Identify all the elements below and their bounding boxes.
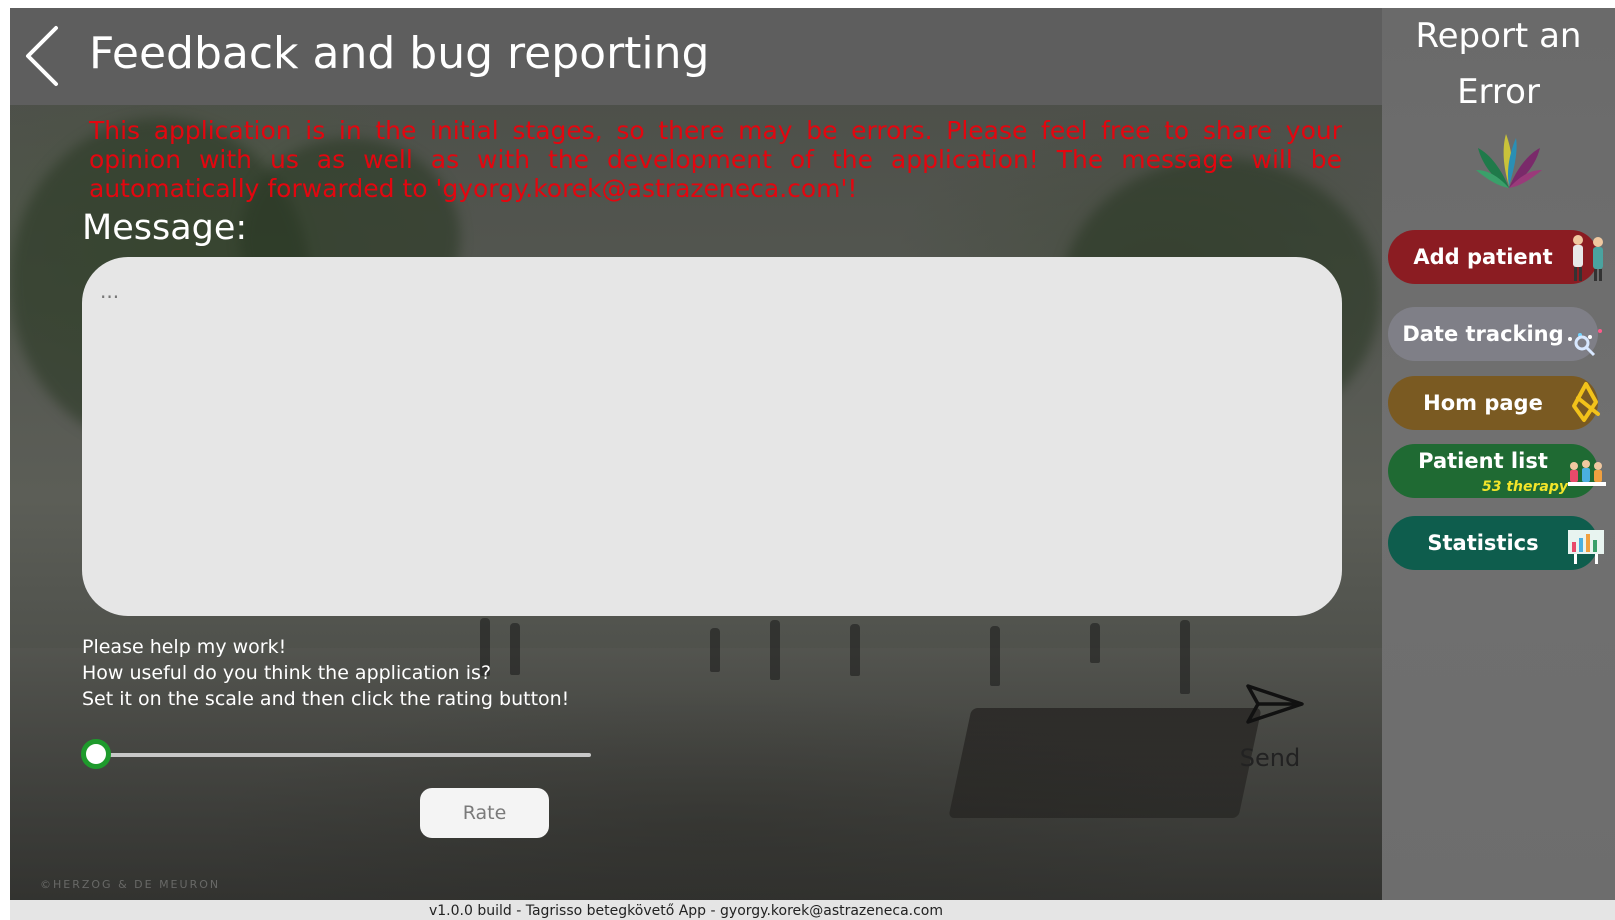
gold-ribbon-icon: [1572, 382, 1600, 422]
rating-slider-thumb[interactable]: [81, 739, 111, 769]
nav-date-tracking-label: Date tracking: [1402, 322, 1564, 346]
back-button[interactable]: [22, 24, 66, 88]
message-label: Message:: [82, 208, 248, 248]
background-person: [510, 623, 520, 675]
nav-add-patient-button[interactable]: Add patient: [1388, 230, 1603, 284]
doctors-icon: [1573, 235, 1603, 281]
send-button[interactable]: Send: [1220, 676, 1320, 780]
nav-statistics-label: Statistics: [1427, 531, 1539, 555]
chevron-left-icon: [26, 26, 58, 86]
background-person: [1180, 620, 1190, 694]
patients-group-icon: [1568, 460, 1606, 486]
rating-slider-track[interactable]: [96, 753, 591, 757]
nav-date-tracking-button[interactable]: Date tracking: [1388, 307, 1602, 361]
brand-logo-icon: [1476, 134, 1542, 188]
send-icon: [1246, 684, 1304, 724]
sidebar: Report an Error Add patient Date trackin…: [1382, 8, 1615, 900]
nav-hom-page-button[interactable]: Hom page: [1388, 376, 1600, 430]
help-text-line-3: Set it on the scale and then click the r…: [82, 688, 570, 710]
sidebar-title-line-2: Error: [1457, 72, 1540, 112]
page-title: Feedback and bug reporting: [89, 28, 710, 79]
background-person: [770, 620, 780, 680]
nav-patient-list-label: Patient list: [1418, 449, 1548, 473]
header-bar: Feedback and bug reporting: [10, 8, 1382, 105]
nav-statistics-button[interactable]: Statistics: [1388, 516, 1604, 570]
help-text-line-1: Please help my work!: [82, 636, 287, 658]
build-info-text: v1.0.0 build - Tagrisso betegkövető App …: [428, 903, 944, 919]
sidebar-title: Report an Error: [1382, 8, 1615, 120]
sidebar-title-line-1: Report an: [1415, 16, 1582, 56]
rate-button[interactable]: Rate: [420, 788, 549, 838]
background-person: [1090, 623, 1100, 663]
background-person: [710, 628, 720, 672]
notice-text: This application is in the initial stage…: [89, 116, 1342, 203]
photo-watermark: ©HERZOG & DE MEURON: [40, 878, 221, 891]
background-person: [850, 624, 860, 676]
magnifier-chart-icon: [1568, 329, 1602, 357]
background-person: [990, 626, 1000, 686]
therapy-count-badge: 53 therapy: [1481, 479, 1568, 495]
nav-hom-page-label: Hom page: [1423, 391, 1543, 415]
nav-add-patient-label: Add patient: [1413, 245, 1553, 269]
send-label: Send: [1239, 744, 1301, 772]
nav-patient-list-button[interactable]: Patient list 53 therapy: [1388, 444, 1606, 498]
app-window: Feedback and bug reporting This applicat…: [10, 8, 1615, 920]
message-input[interactable]: [82, 257, 1342, 616]
background-bench: [948, 708, 1262, 818]
statistics-board-icon: [1568, 530, 1604, 564]
main-panel: Feedback and bug reporting This applicat…: [10, 8, 1382, 900]
help-text-line-2: How useful do you think the application …: [82, 662, 492, 684]
